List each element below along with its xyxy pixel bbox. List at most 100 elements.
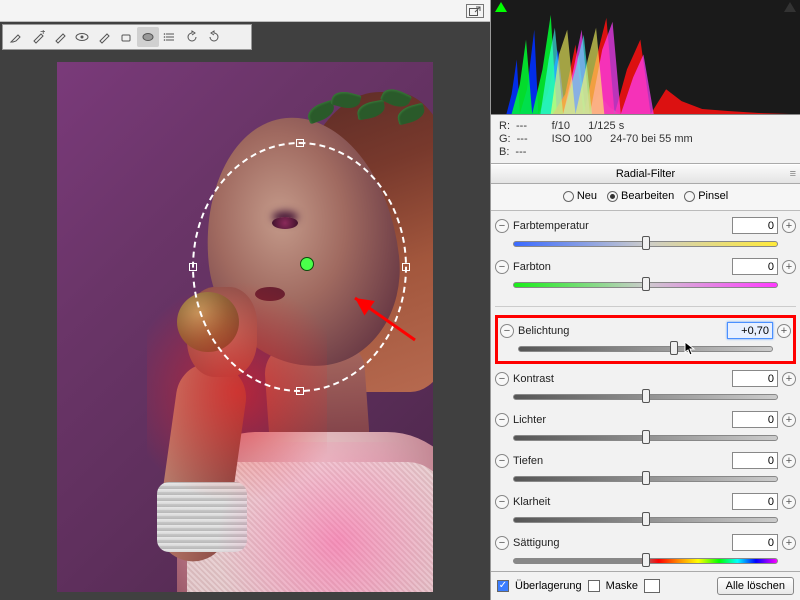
meta-g-value: ---	[517, 133, 528, 145]
slider-value-input[interactable]	[727, 322, 773, 339]
panel-menu-icon[interactable]: ≡	[790, 168, 794, 180]
rotate-cw-icon[interactable]	[203, 27, 225, 47]
slider-track-lights[interactable]	[513, 432, 778, 444]
meta-lens: 24-70 bei 55 mm	[610, 133, 693, 145]
slider-clarity: − Klarheit +	[495, 491, 796, 512]
minus-icon[interactable]: −	[495, 495, 509, 509]
brush-a-tool-icon[interactable]: +	[27, 27, 49, 47]
rotate-ccw-icon[interactable]	[181, 27, 203, 47]
meta-b-value: ---	[515, 146, 526, 158]
right-panel: R: --- G: --- B: --- f/10 1/125 s ISO 100 2…	[490, 0, 800, 600]
mode-brush-label: Pinsel	[698, 190, 728, 202]
meta-r-value: ---	[516, 120, 527, 132]
minus-icon[interactable]: −	[495, 536, 509, 550]
slider-label: Tiefen	[513, 455, 601, 467]
plus-icon[interactable]: +	[777, 324, 791, 338]
slider-track-exposure[interactable]	[518, 343, 773, 355]
panel-title-text: Radial-Filter	[616, 168, 675, 180]
meta-b-label: B:	[499, 146, 509, 158]
minus-icon[interactable]: −	[495, 260, 509, 274]
slider-value-input[interactable]	[732, 370, 778, 387]
list-tool-icon[interactable]	[159, 27, 181, 47]
image-canvas[interactable]	[0, 52, 490, 600]
exif-readout: R: --- G: --- B: --- f/10 1/125 s ISO 100 2…	[491, 115, 800, 164]
overlay-label: Überlagerung	[515, 580, 582, 592]
slider-value-input[interactable]	[732, 452, 778, 469]
minus-icon[interactable]: −	[495, 372, 509, 386]
mode-new[interactable]: Neu	[563, 190, 597, 202]
brush-c-tool-icon[interactable]	[93, 27, 115, 47]
plus-icon[interactable]: +	[782, 454, 796, 468]
slider-label: Sättigung	[513, 537, 601, 549]
radio-icon[interactable]	[684, 191, 695, 202]
plus-icon[interactable]: +	[782, 219, 796, 233]
mode-row: Neu Bearbeiten Pinsel	[491, 184, 800, 211]
mask-color-swatch[interactable]	[644, 579, 660, 593]
meta-g-label: G:	[499, 133, 511, 145]
slider-label: Klarheit	[513, 496, 601, 508]
plus-icon[interactable]: +	[782, 372, 796, 386]
slider-label: Belichtung	[518, 325, 606, 337]
highlight-clip-icon[interactable]	[784, 2, 796, 12]
radial-filter-pin[interactable]	[300, 257, 314, 271]
mask-label: Maske	[606, 580, 638, 592]
slider-label: Lichter	[513, 414, 601, 426]
slider-track-tint[interactable]	[513, 279, 778, 291]
slider-contrast: − Kontrast +	[495, 368, 796, 389]
radio-icon[interactable]	[607, 191, 618, 202]
slider-lights: − Lichter +	[495, 409, 796, 430]
slider-label: Kontrast	[513, 373, 601, 385]
edit-pin-tool-icon[interactable]	[5, 27, 27, 47]
eye-tool-icon[interactable]	[71, 27, 93, 47]
slider-temp: − Farbtemperatur +	[495, 215, 796, 236]
minus-icon[interactable]: −	[495, 413, 509, 427]
mode-brush[interactable]: Pinsel	[684, 190, 728, 202]
minus-icon[interactable]: −	[495, 219, 509, 233]
slider-shadows: − Tiefen +	[495, 450, 796, 471]
photo-preview[interactable]	[57, 62, 433, 592]
slider-value-input[interactable]	[732, 411, 778, 428]
slider-track-saturation[interactable]	[513, 555, 778, 567]
meta-shutter: 1/125 s	[588, 120, 624, 132]
slider-value-input[interactable]	[732, 493, 778, 510]
sliders-panel: − Farbtemperatur + − Farbton + − Belicht…	[491, 211, 800, 571]
slider-track-contrast[interactable]	[513, 391, 778, 403]
histogram[interactable]	[491, 0, 800, 115]
shadow-clip-icon[interactable]	[495, 2, 507, 12]
slider-value-input[interactable]	[732, 258, 778, 275]
mode-edit-label: Bearbeiten	[621, 190, 674, 202]
slider-value-input[interactable]	[732, 217, 778, 234]
minus-icon[interactable]: −	[500, 324, 514, 338]
mask-checkbox[interactable]	[588, 580, 600, 592]
slider-track-shadows[interactable]	[513, 473, 778, 485]
erase-tool-icon[interactable]	[115, 27, 137, 47]
plus-icon[interactable]: +	[782, 260, 796, 274]
panel-footer: Überlagerung Maske Alle löschen	[491, 571, 800, 600]
meta-iso: ISO 100	[552, 133, 592, 145]
meta-r-label: R:	[499, 120, 510, 132]
slider-label: Farbtemperatur	[513, 220, 601, 232]
plus-icon[interactable]: +	[782, 495, 796, 509]
slider-value-input[interactable]	[732, 534, 778, 551]
minus-icon[interactable]: −	[495, 454, 509, 468]
window-top-bar	[0, 0, 490, 22]
slider-track-temp[interactable]	[513, 238, 778, 250]
svg-text:+: +	[40, 30, 45, 38]
meta-aperture: f/10	[552, 120, 570, 132]
slider-label: Farbton	[513, 261, 601, 273]
radial-tool-icon[interactable]	[137, 27, 159, 47]
local-adjust-toolbar: +	[2, 24, 252, 50]
brush-b-tool-icon[interactable]	[49, 27, 71, 47]
slider-saturation: − Sättigung +	[495, 532, 796, 553]
slider-tint: − Farbton +	[495, 256, 796, 277]
mode-edit[interactable]: Bearbeiten	[607, 190, 674, 202]
plus-icon[interactable]: +	[782, 536, 796, 550]
panel-title: Radial-Filter ≡	[491, 164, 800, 184]
slider-track-clarity[interactable]	[513, 514, 778, 526]
export-icon[interactable]	[466, 4, 484, 18]
overlay-checkbox[interactable]	[497, 580, 509, 592]
exposure-highlight-box: − Belichtung +	[495, 315, 796, 364]
clear-all-button[interactable]: Alle löschen	[717, 577, 794, 595]
radio-icon[interactable]	[563, 191, 574, 202]
plus-icon[interactable]: +	[782, 413, 796, 427]
